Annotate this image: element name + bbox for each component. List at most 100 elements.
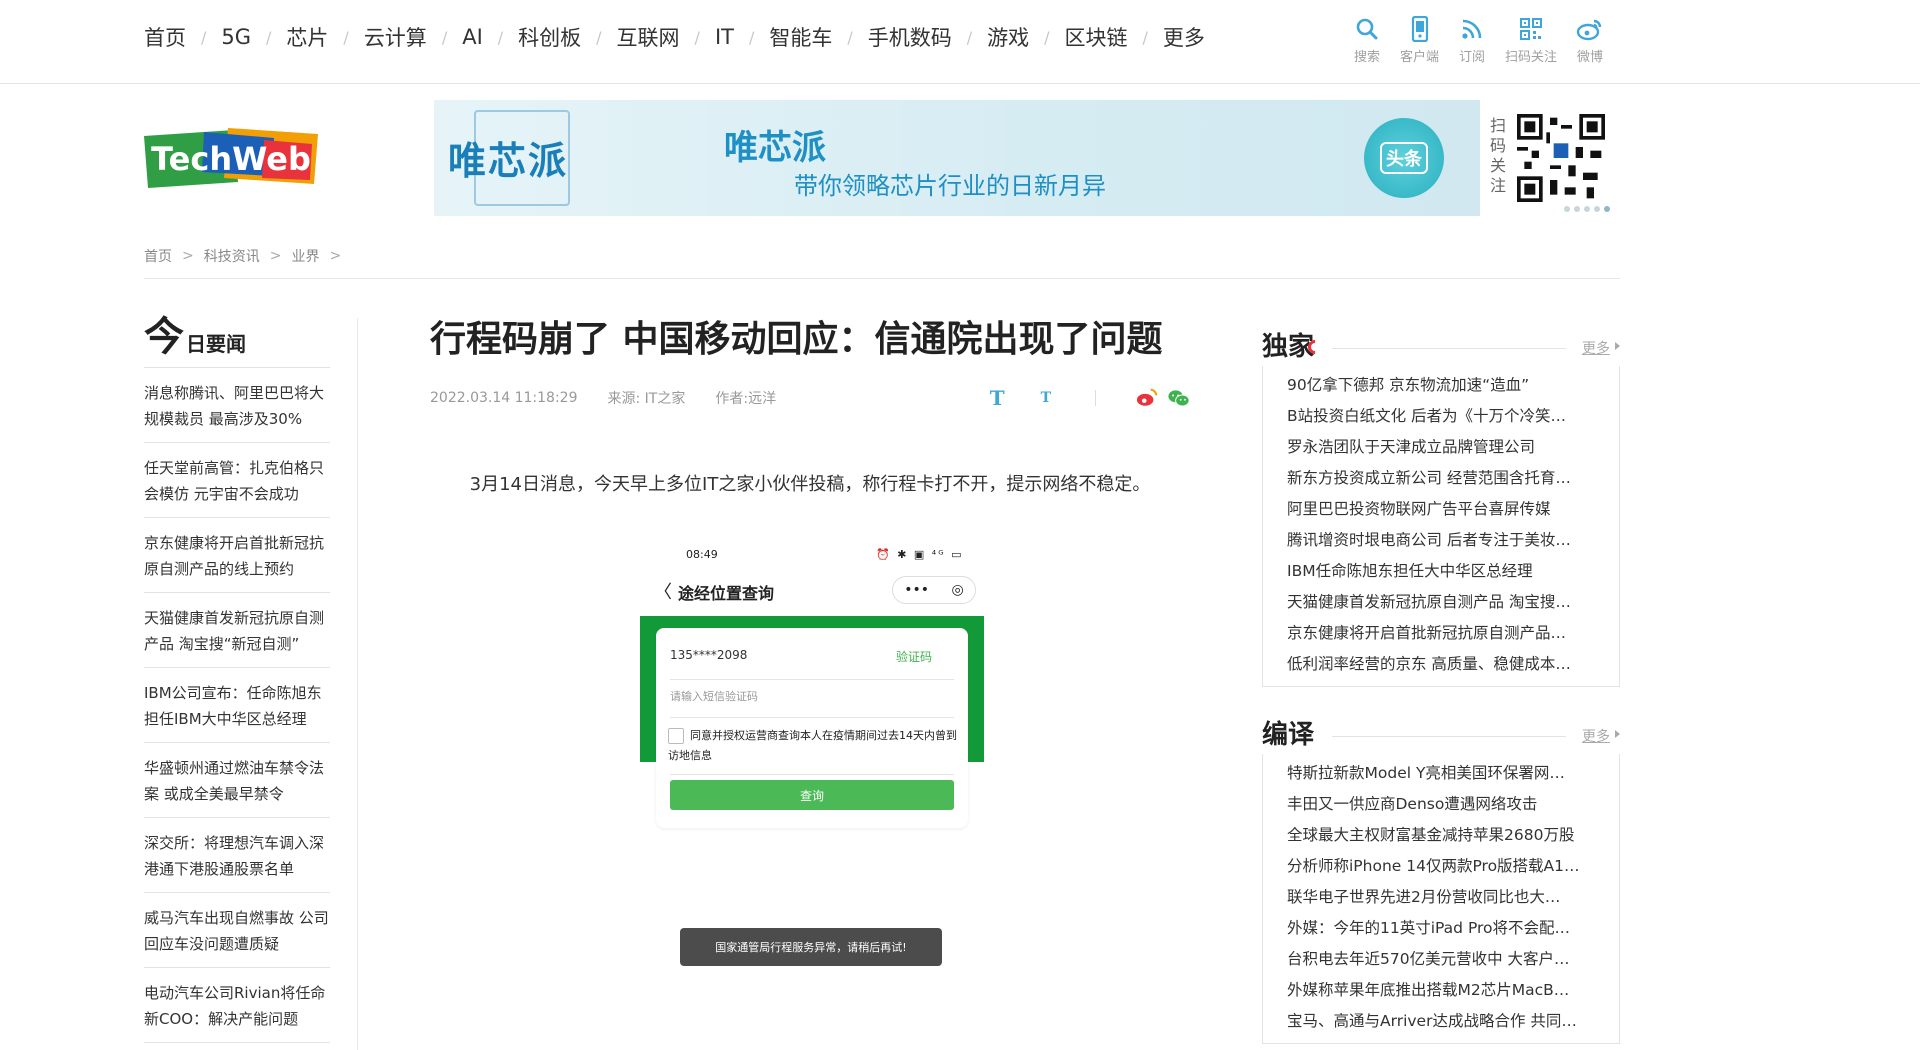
banner-slogan: 带你领略芯片行业的日新月异 bbox=[794, 172, 1106, 200]
translation-item: 外媒：今年的11英寸iPad Pro将不会配… bbox=[1287, 913, 1619, 944]
phone-number-row: 135****2098 验证码 bbox=[670, 648, 954, 680]
news-link[interactable]: 消息称腾讯、阿里巴巴将大规模裁员 最高涉及30% bbox=[144, 380, 330, 432]
news-link[interactable]: 京东健康将开启首批新冠抗原自测产品的线上预约 bbox=[144, 530, 330, 582]
translation-heading: 编译 更多 bbox=[1262, 718, 1620, 752]
heading-rule bbox=[1332, 736, 1566, 737]
carousel-dots[interactable] bbox=[1564, 206, 1610, 212]
exclusive-link[interactable]: 京东健康将开启首批新冠抗原自测产品… bbox=[1287, 618, 1593, 649]
exclusive-title: 独家 bbox=[1262, 332, 1315, 362]
translation-link[interactable]: 台积电去年近570亿美元营收中 大客户… bbox=[1287, 944, 1593, 975]
article-author: 作者:远洋 bbox=[715, 391, 777, 407]
translation-item: 联华电子世界先进2月份营收同比也大… bbox=[1287, 882, 1619, 913]
translation-link[interactable]: 分析师称iPhone 14仅两款Pro版搭载A1… bbox=[1287, 851, 1593, 882]
nav-search[interactable]: 搜索 bbox=[1352, 14, 1382, 65]
nav-link[interactable]: 芯片 bbox=[286, 22, 328, 52]
article-tools: T T bbox=[990, 386, 1190, 410]
news-link[interactable]: 天猫健康首发新冠抗原自测产品 淘宝搜“新冠自测” bbox=[144, 605, 330, 657]
search-icon bbox=[1352, 14, 1382, 44]
nav-item: 更多 bbox=[1163, 22, 1205, 52]
translation-link[interactable]: 外媒称苹果年底推出搭载M2芯片MacB… bbox=[1287, 975, 1593, 1006]
exclusive-link[interactable]: 低利润率经营的京东 高质量、稳健成本… bbox=[1287, 649, 1593, 680]
weibo-icon bbox=[1575, 14, 1605, 44]
nav-separator: / bbox=[441, 27, 448, 47]
nav-link[interactable]: 5G bbox=[221, 25, 251, 49]
translation-item: 台积电去年近570亿美元营收中 大客户… bbox=[1287, 944, 1619, 975]
nav-link[interactable]: 云计算 bbox=[364, 22, 427, 52]
news-link[interactable]: 威马汽车出现自燃事故 公司回应车没问题遭质疑 bbox=[144, 905, 330, 957]
phone-page-title: 途经位置查询 bbox=[678, 584, 775, 603]
nav-link[interactable]: IT bbox=[715, 25, 734, 49]
breadcrumb-home[interactable]: 首页 bbox=[144, 246, 172, 266]
translation-link[interactable]: 外媒：今年的11英寸iPad Pro将不会配… bbox=[1287, 913, 1593, 944]
article: 行程码崩了 中国移动回应：信通院出现了问题 2022.03.14 11:18:2… bbox=[430, 312, 1190, 966]
exclusive-link[interactable]: B站投资白纸文化 后者为《十万个冷笑… bbox=[1287, 401, 1593, 432]
translation-link[interactable]: 丰田又一供应商Denso遭遇网络攻击 bbox=[1287, 789, 1593, 820]
exclusive-item: 90亿拿下德邦 京东物流加速“造血” bbox=[1287, 370, 1619, 401]
news-link[interactable]: 华盛顿州通过燃油车禁令法案 或成全美最早禁令 bbox=[144, 755, 330, 807]
translation-link[interactable]: 宝马、高通与Arriver达成战略合作 共同… bbox=[1287, 1006, 1593, 1037]
exclusive-heading: 独家 更多 bbox=[1262, 330, 1620, 364]
translation-item: 宝马、高通与Arriver达成战略合作 共同… bbox=[1287, 1006, 1619, 1037]
column-divider bbox=[357, 318, 358, 1050]
exclusive-link[interactable]: 新东方投资成立新公司 经营范围含托育… bbox=[1287, 463, 1593, 494]
exclusive-link[interactable]: 阿里巴巴投资物联网广告平台喜屏传媒 bbox=[1287, 494, 1593, 525]
exclusive-link[interactable]: IBM任命陈旭东担任大中华区总经理 bbox=[1287, 556, 1593, 587]
consent-row: 同意并授权运营商查询本人在疫情期间过去14天内曾到访地信息 bbox=[668, 726, 958, 766]
nav-client[interactable]: 客户端 bbox=[1400, 14, 1439, 65]
banner-qr-code bbox=[1517, 114, 1605, 202]
article-screenshot: 08:49 ⏰ ✱ ▣ ⁴ᴳ ▭ 〈 途经位置查询 ••• ◎ 135****2… bbox=[640, 544, 984, 966]
exclusive-item: 腾讯增资时垠电商公司 后者专注于美妆… bbox=[1287, 525, 1619, 556]
nav-weibo-label: 微博 bbox=[1577, 50, 1604, 65]
breadcrumb-separator: > bbox=[329, 248, 342, 264]
breadcrumb-industry[interactable]: 业界 bbox=[291, 246, 319, 266]
nav-link[interactable]: 游戏 bbox=[987, 22, 1029, 52]
nav-subscribe[interactable]: 订阅 bbox=[1457, 14, 1487, 65]
exclusive-item: 京东健康将开启首批新冠抗原自测产品… bbox=[1287, 618, 1619, 649]
exclusive-link[interactable]: 天猫健康首发新冠抗原自测产品 淘宝搜… bbox=[1287, 587, 1593, 618]
nav-link[interactable]: 区块链 bbox=[1065, 22, 1128, 52]
article-title: 行程码崩了 中国移动回应：信通院出现了问题 bbox=[430, 319, 1163, 360]
nav-link[interactable]: 互联网 bbox=[617, 22, 680, 52]
share-wechat-icon[interactable] bbox=[1168, 387, 1190, 409]
nav-link[interactable]: 手机数码 bbox=[868, 22, 952, 52]
nav-link[interactable]: 更多 bbox=[1163, 22, 1205, 52]
todays-news-heading: 今 日要闻 bbox=[144, 312, 330, 368]
qr-code-icon bbox=[1516, 14, 1546, 44]
translation-link[interactable]: 全球最大主权财富基金减持苹果2680万股 bbox=[1287, 820, 1593, 851]
nav-link[interactable]: 科创板 bbox=[518, 22, 581, 52]
nav-link[interactable]: AI bbox=[462, 25, 483, 49]
translation-link[interactable]: 联华电子世界先进2月份营收同比也大… bbox=[1287, 882, 1593, 913]
translation-link[interactable]: 特斯拉新款Model Y亮相美国环保署网… bbox=[1287, 758, 1593, 789]
exclusive-link[interactable]: 90亿拿下德邦 京东物流加速“造血” bbox=[1287, 370, 1593, 401]
nav-link[interactable]: 智能车 bbox=[769, 22, 832, 52]
phone-form-card: 135****2098 验证码 请输入短信验证码 同意并授权运营商查询本人在疫情… bbox=[656, 628, 968, 828]
todays-news-panel: 今 日要闻 消息称腾讯、阿里巴巴将大规模裁员 最高涉及30% 任天堂前高管：扎克伯… bbox=[144, 312, 330, 1043]
news-link[interactable]: 电动汽车公司Rivian将任命新COO：解决产能问题 bbox=[144, 980, 330, 1032]
nav-weibo[interactable]: 微博 bbox=[1575, 14, 1605, 65]
translation-more-link[interactable]: 更多 bbox=[1582, 726, 1610, 746]
news-link[interactable]: 任天堂前高管：扎克伯格只会模仿 元宇宙不会成功 bbox=[144, 455, 330, 507]
exclusive-more-link[interactable]: 更多 bbox=[1582, 338, 1610, 358]
consent-text: 同意并授权运营商查询本人在疫情期间过去14天内曾到访地信息 bbox=[668, 729, 957, 762]
exclusive-link[interactable]: 罗永浩团队于天津成立品牌管理公司 bbox=[1287, 432, 1593, 463]
share-weibo-icon[interactable] bbox=[1136, 387, 1158, 409]
news-link[interactable]: IBM公司宣布：任命陈旭东担任IBM大中华区总经理 bbox=[144, 680, 330, 732]
consent-checkbox bbox=[668, 728, 684, 744]
rss-icon bbox=[1457, 14, 1487, 44]
news-link[interactable]: 深交所：将理想汽车调入深港通下港股通股票名单 bbox=[144, 830, 330, 882]
nav-qr-follow[interactable]: 扫码关注 bbox=[1505, 14, 1557, 65]
font-size-large-button[interactable]: T bbox=[990, 386, 1005, 410]
ad-banner[interactable]: 唯芯派 唯芯派 带你领略芯片行业的日新月异 头条 扫码关注 bbox=[434, 100, 1620, 216]
logo-text: TechWeb bbox=[151, 140, 311, 178]
nav-link[interactable]: 首页 bbox=[144, 22, 186, 52]
news-item: 华盛顿州通过燃油车禁令法案 或成全美最早禁令 bbox=[144, 743, 330, 818]
font-size-small-button[interactable]: T bbox=[1041, 390, 1051, 406]
nav-item: 芯片 / bbox=[286, 22, 363, 52]
nav-separator: / bbox=[596, 27, 602, 47]
nav-separator: / bbox=[343, 27, 349, 47]
breadcrumb-tech-news[interactable]: 科技资讯 bbox=[204, 246, 260, 266]
techweb-logo[interactable]: TechWeb bbox=[144, 128, 318, 190]
phone-status-bar: 08:49 ⏰ ✱ ▣ ⁴ᴳ ▭ bbox=[640, 544, 984, 568]
exclusive-link[interactable]: 腾讯增资时垠电商公司 后者专注于美妆… bbox=[1287, 525, 1593, 556]
exclusive-item: 罗永浩团队于天津成立品牌管理公司 bbox=[1287, 432, 1619, 463]
